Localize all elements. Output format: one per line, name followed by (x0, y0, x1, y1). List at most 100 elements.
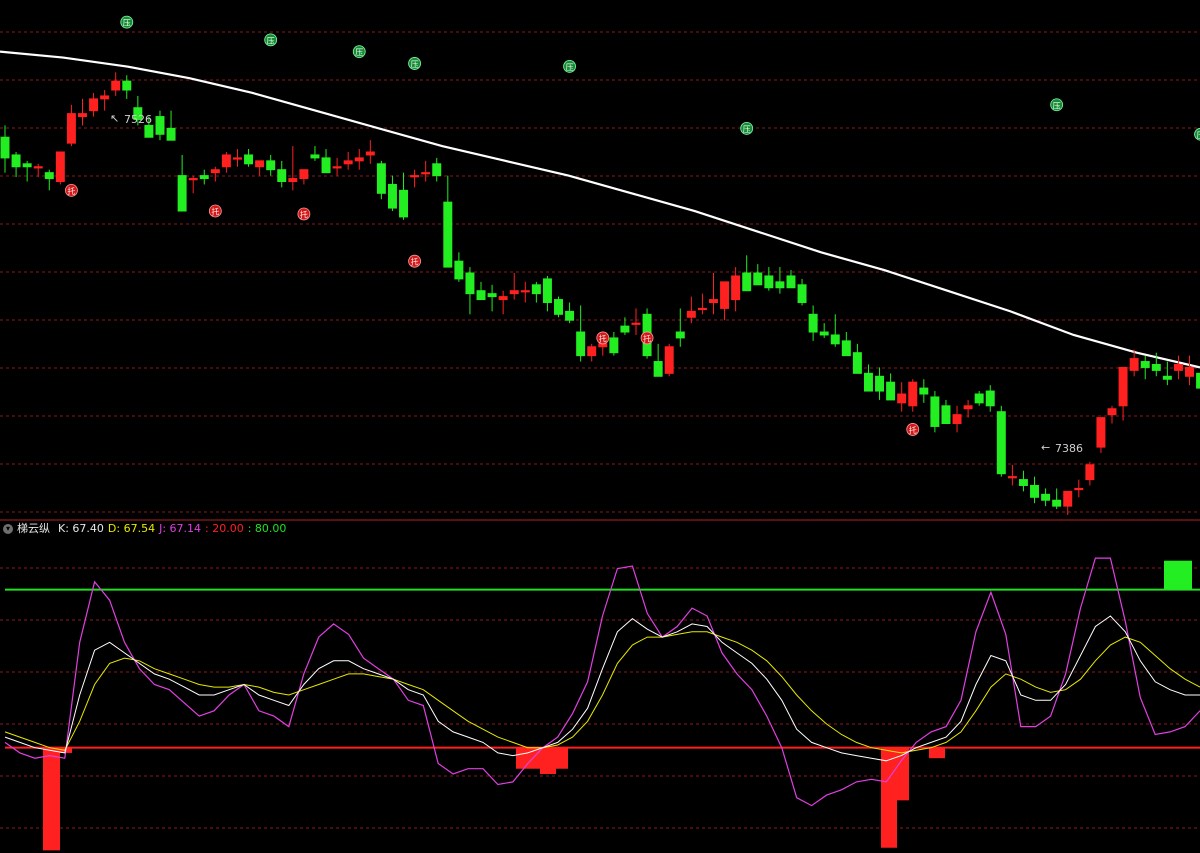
candle-body (1052, 499, 1062, 507)
candle-body (1018, 479, 1028, 486)
resistance-marker: 压 (740, 121, 754, 135)
candle-body (299, 169, 309, 180)
k-value-label: K: 67.40 (58, 522, 104, 535)
candle-body (78, 113, 87, 118)
support-marker: 托 (65, 183, 78, 197)
candle-body (686, 310, 696, 318)
candle-body (454, 260, 464, 280)
candle-body (996, 411, 1006, 475)
candle-body (476, 290, 486, 301)
candle-body (542, 278, 552, 304)
candle-body (753, 272, 763, 286)
candle-body (177, 175, 187, 212)
candle-body (808, 313, 818, 333)
candle-body (697, 307, 707, 311)
support-marker: 托 (208, 204, 222, 218)
candle-body (354, 157, 364, 162)
support-marker-text: 托 (211, 207, 219, 217)
candle-body (55, 151, 65, 183)
candle-body (498, 296, 508, 301)
candle-body (675, 331, 685, 339)
low-price-label: 7386 (1055, 442, 1083, 455)
candle-body (465, 272, 475, 295)
low-level-label: : 20.00 (205, 522, 244, 535)
candle-body (399, 189, 409, 218)
candle-body (775, 281, 785, 289)
support-marker-text: 托 (643, 333, 651, 343)
candle-body (830, 334, 840, 345)
histogram-bar (929, 747, 945, 759)
candle-body (1129, 358, 1139, 371)
histogram-bar (1164, 560, 1192, 590)
candle-body (731, 275, 741, 301)
candle-body (199, 175, 209, 180)
candle-body (863, 372, 873, 392)
d-value-label: D: 67.54 (107, 522, 156, 535)
candle[interactable] (55, 151, 65, 185)
candle-body (554, 299, 563, 315)
candle-body (288, 178, 298, 183)
candle-body (620, 325, 630, 333)
candle-body (841, 340, 851, 357)
candle-body (410, 175, 420, 178)
histogram-bar (881, 747, 897, 848)
candle-body (1196, 372, 1200, 389)
candle[interactable] (996, 405, 1006, 477)
support-marker: 托 (297, 207, 311, 221)
support-marker-text: 托 (599, 333, 607, 343)
candle-body (653, 361, 663, 377)
candle-body (631, 322, 641, 325)
candle-body (797, 284, 807, 304)
candle-body (266, 160, 276, 171)
candle-body (565, 310, 575, 321)
candle-body (487, 293, 497, 298)
support-marker: 托 (408, 254, 421, 268)
market-chart[interactable]: 压压压压压压压压托托托托托托托 7526 7386 ↖← (0, 0, 1200, 853)
candle-body (122, 80, 132, 91)
candle-body (764, 275, 774, 289)
candle-body (166, 127, 176, 141)
candle-body (664, 346, 674, 374)
indicator-legend: ▾ 梯云纵 K: 67.40 D: 67.54 J: 67.14: 20.00: 80.… (0, 521, 1200, 537)
candle-body (244, 154, 254, 165)
candle-body (277, 169, 287, 183)
candle-body (33, 166, 43, 169)
resistance-marker-text: 压 (566, 63, 574, 72)
candle-body (89, 98, 99, 112)
collapse-icon[interactable]: ▾ (3, 524, 13, 534)
candle[interactable] (664, 343, 674, 377)
candle-body (0, 136, 10, 159)
candle-body (819, 331, 829, 336)
candle-body (1096, 417, 1106, 448)
support-marker: 托 (640, 331, 654, 345)
support-marker: 托 (906, 423, 920, 436)
resistance-marker-text: 压 (123, 19, 131, 28)
candle[interactable] (930, 391, 940, 433)
candle-body (321, 157, 331, 174)
candle-body (1107, 408, 1117, 416)
candle-body (1085, 464, 1095, 481)
resistance-marker: 压 (408, 57, 421, 70)
histogram-bar (43, 747, 60, 851)
histogram-bar (540, 747, 556, 774)
high-price-label: 7526 (124, 113, 152, 126)
resistance-marker-text: 压 (1053, 101, 1061, 110)
resistance-marker: 压 (1050, 98, 1064, 112)
resistance-marker-text: 压 (743, 125, 751, 134)
candle[interactable] (376, 160, 386, 200)
candle-body (930, 396, 940, 427)
low-price-arrow: ← (1041, 441, 1050, 454)
candle[interactable] (554, 296, 563, 318)
candle-body (1162, 375, 1172, 380)
candle-body (421, 172, 431, 175)
resistance-marker-text: 压 (267, 36, 275, 45)
high-level-label: : 80.00 (247, 522, 287, 535)
candle-body (786, 275, 796, 289)
candle-body (709, 299, 718, 304)
resistance-marker: 压 (264, 33, 278, 47)
candle-body (1007, 476, 1017, 479)
candle-body (941, 405, 951, 425)
resistance-marker: 压 (120, 15, 134, 29)
indicator-name: 梯云纵 (17, 522, 50, 535)
high-price-arrow: ↖ (110, 112, 119, 125)
